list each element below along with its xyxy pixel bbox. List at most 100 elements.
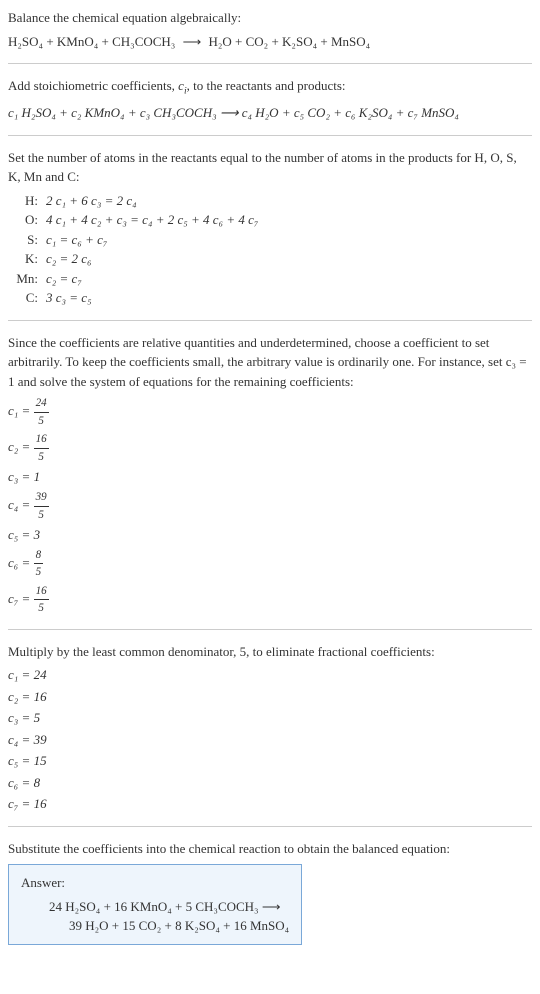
divider bbox=[8, 320, 532, 321]
coeff-var: c₄ bbox=[8, 497, 18, 512]
frac-den: 5 bbox=[34, 564, 44, 581]
stoich-text-a: Add stoichiometric coefficients, bbox=[8, 78, 178, 93]
coeff-val: 5 bbox=[34, 710, 41, 725]
atom-label: C: bbox=[16, 288, 46, 308]
coeff-var: c₅ bbox=[8, 753, 18, 768]
atom-row: H: 2 c₁ + 6 c₃ = 2 c₄ bbox=[16, 191, 532, 211]
coeff-row: c₄ = 39 bbox=[8, 730, 532, 750]
arrow-icon: ⟶ bbox=[179, 34, 206, 49]
coeff-row: c₂ = 165 bbox=[8, 431, 532, 465]
atom-label: S: bbox=[16, 230, 46, 250]
coeff-var: c₄ bbox=[8, 732, 18, 747]
atom-eq: 3 c₃ = c₅ bbox=[46, 288, 532, 308]
fraction: 395 bbox=[34, 489, 49, 523]
frac-num: 39 bbox=[34, 489, 49, 507]
final-intro: Substitute the coefficients into the che… bbox=[8, 839, 532, 859]
coeff-val: 8 bbox=[34, 775, 41, 790]
answer-line-2: 39 H₂O + 15 CO₂ + 8 K₂SO₄ + 16 MnSO₄ bbox=[21, 916, 289, 936]
atom-row: O: 4 c₁ + 4 c₂ + c₃ = c₄ + 2 c₅ + 4 c₆ +… bbox=[16, 210, 532, 230]
coeff-var: c₆ bbox=[8, 555, 18, 570]
coeff-var: c₆ bbox=[8, 775, 18, 790]
stoich-text-d: , to the reactants and products: bbox=[187, 78, 346, 93]
coeff-row: c₁ = 24 bbox=[8, 665, 532, 685]
coeff-row: c₅ = 15 bbox=[8, 751, 532, 771]
atoms-intro: Set the number of atoms in the reactants… bbox=[8, 148, 532, 187]
eq-lhs: H₂SO₄ + KMnO₄ + CH₃COCH₃ bbox=[8, 34, 175, 49]
coeff-row: c₃ = 5 bbox=[8, 708, 532, 728]
coeff-row: c₂ = 16 bbox=[8, 687, 532, 707]
divider bbox=[8, 629, 532, 630]
divider bbox=[8, 63, 532, 64]
atom-row: K: c₂ = 2 c₆ bbox=[16, 249, 532, 269]
frac-den: 5 bbox=[34, 600, 49, 617]
fraction: 85 bbox=[34, 547, 44, 581]
coeff-var: c₂ bbox=[8, 689, 18, 704]
atom-label: H: bbox=[16, 191, 46, 211]
eq-rhs: H₂O + CO₂ + K₂SO₄ + MnSO₄ bbox=[208, 34, 370, 49]
answer-box: Answer: 24 H₂SO₄ + 16 KMnO₄ + 5 CH₃COCH₃… bbox=[8, 864, 302, 945]
solve-intro: Since the coefficients are relative quan… bbox=[8, 333, 532, 392]
coeff-row: c₆ = 85 bbox=[8, 547, 532, 581]
frac-den: 5 bbox=[34, 507, 49, 524]
atom-label: O: bbox=[16, 210, 46, 230]
fraction: 245 bbox=[34, 395, 49, 429]
frac-num: 8 bbox=[34, 547, 44, 565]
frac-num: 24 bbox=[34, 395, 49, 413]
coeff-row: c₇ = 16 bbox=[8, 794, 532, 814]
solve-list: c₁ = 245 c₂ = 165 c₃ = 1 c₄ = 395 c₅ = 3… bbox=[8, 395, 532, 617]
frac-num: 16 bbox=[34, 583, 49, 601]
coeff-row: c₆ = 8 bbox=[8, 773, 532, 793]
atom-row: S: c₁ = c₆ + c₇ bbox=[16, 230, 532, 250]
intro-text: Balance the chemical equation algebraica… bbox=[8, 8, 532, 28]
final-section: Substitute the coefficients into the che… bbox=[8, 839, 532, 945]
coeff-val: 16 bbox=[34, 796, 47, 811]
coeff-row: c₄ = 395 bbox=[8, 489, 532, 523]
stoich-section: Add stoichiometric coefficients, ci, to … bbox=[8, 76, 532, 123]
multiply-intro: Multiply by the least common denominator… bbox=[8, 642, 532, 662]
divider bbox=[8, 826, 532, 827]
atom-eq: 2 c₁ + 6 c₃ = 2 c₄ bbox=[46, 191, 532, 211]
answer-line-1: 24 H₂SO₄ + 16 KMnO₄ + 5 CH₃COCH₃ ⟶ bbox=[21, 897, 289, 917]
atoms-table: H: 2 c₁ + 6 c₃ = 2 c₄ O: 4 c₁ + 4 c₂ + c… bbox=[16, 191, 532, 308]
coeff-row: c₃ = 1 bbox=[8, 467, 532, 487]
answer-label: Answer: bbox=[21, 873, 289, 893]
coeff-var: c₇ bbox=[8, 591, 18, 606]
atom-eq: c₂ = c₇ bbox=[46, 269, 532, 289]
coeff-var: c₂ bbox=[8, 439, 18, 454]
coeff-var: c₃ bbox=[8, 469, 18, 484]
coeff-val: 24 bbox=[34, 667, 47, 682]
stoich-equation: c₁ H₂SO₄ + c₂ KMnO₄ + c₃ CH₃COCH₃ ⟶ c₄ H… bbox=[8, 103, 532, 123]
atom-eq: c₁ = c₆ + c₇ bbox=[46, 230, 532, 250]
coeff-var: c₅ bbox=[8, 527, 18, 542]
coeff-val: 3 bbox=[34, 527, 41, 542]
frac-num: 16 bbox=[34, 431, 49, 449]
coeff-row: c₇ = 165 bbox=[8, 583, 532, 617]
atom-eq: c₂ = 2 c₆ bbox=[46, 249, 532, 269]
coeff-var: c₁ bbox=[8, 403, 18, 418]
intro-equation: H₂SO₄ + KMnO₄ + CH₃COCH₃ ⟶ H₂O + CO₂ + K… bbox=[8, 32, 532, 52]
solve-section: Since the coefficients are relative quan… bbox=[8, 333, 532, 617]
frac-den: 5 bbox=[34, 449, 49, 466]
coeff-row: c₅ = 3 bbox=[8, 525, 532, 545]
coeff-val: 39 bbox=[34, 732, 47, 747]
intro-section: Balance the chemical equation algebraica… bbox=[8, 8, 532, 51]
coeff-row: c₁ = 245 bbox=[8, 395, 532, 429]
fraction: 165 bbox=[34, 431, 49, 465]
coeff-val: 16 bbox=[34, 689, 47, 704]
frac-den: 5 bbox=[34, 413, 49, 430]
coeff-val: 15 bbox=[34, 753, 47, 768]
atoms-section: Set the number of atoms in the reactants… bbox=[8, 148, 532, 308]
atom-row: Mn: c₂ = c₇ bbox=[16, 269, 532, 289]
coeff-var: c₇ bbox=[8, 796, 18, 811]
multiply-section: Multiply by the least common denominator… bbox=[8, 642, 532, 814]
coeff-val: 1 bbox=[34, 469, 41, 484]
atom-label: Mn: bbox=[16, 269, 46, 289]
divider bbox=[8, 135, 532, 136]
atom-label: K: bbox=[16, 249, 46, 269]
atom-row: C: 3 c₃ = c₅ bbox=[16, 288, 532, 308]
coeff-var: c₁ bbox=[8, 667, 18, 682]
coeff-var: c₃ bbox=[8, 710, 18, 725]
fraction: 165 bbox=[34, 583, 49, 617]
multiply-list: c₁ = 24 c₂ = 16 c₃ = 5 c₄ = 39 c₅ = 15 c… bbox=[8, 665, 532, 814]
atom-eq: 4 c₁ + 4 c₂ + c₃ = c₄ + 2 c₅ + 4 c₆ + 4 … bbox=[46, 210, 532, 230]
